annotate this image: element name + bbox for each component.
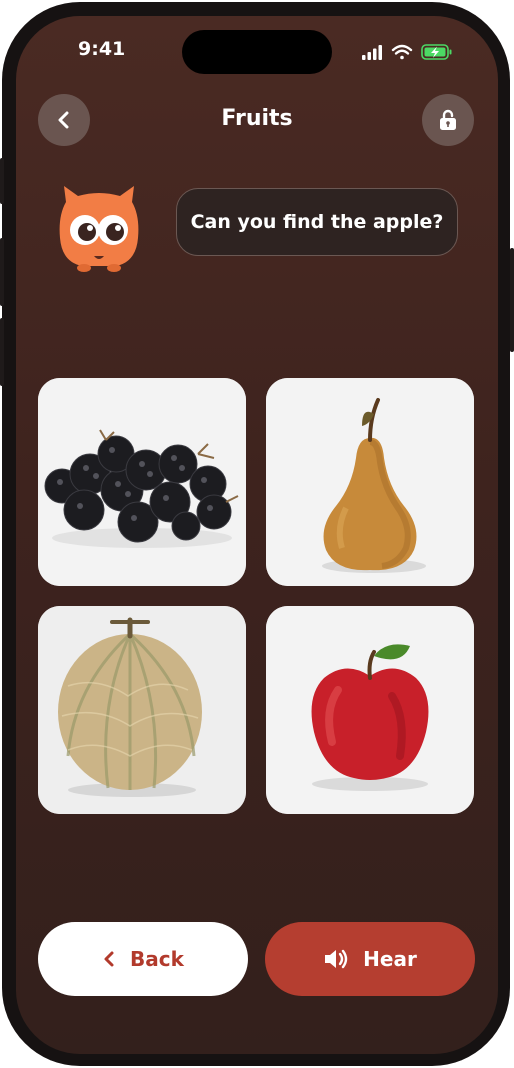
pear-image bbox=[266, 378, 474, 586]
side-button-power bbox=[510, 248, 514, 352]
unlock-icon bbox=[440, 109, 456, 130]
app-screen: 9:41 Fruits Can you find the apple? Back… bbox=[16, 16, 498, 1054]
side-button-volume-down bbox=[0, 318, 4, 386]
back-button[interactable]: Back bbox=[38, 922, 248, 996]
blackberries-image bbox=[38, 378, 246, 586]
side-button-volume-up bbox=[0, 238, 4, 306]
cantaloupe-image bbox=[38, 606, 246, 814]
choice-card-blackberries[interactable] bbox=[38, 378, 246, 586]
prompt-bubble: Can you find the apple? bbox=[176, 188, 458, 256]
choice-card-cantaloupe[interactable] bbox=[38, 606, 246, 814]
chevron-left-icon bbox=[102, 950, 116, 968]
owl-mascot bbox=[59, 186, 139, 272]
cellular-signal-icon bbox=[362, 45, 382, 60]
hear-button[interactable]: Hear bbox=[265, 922, 475, 996]
hear-button-label: Hear bbox=[363, 947, 417, 971]
back-button-label: Back bbox=[130, 947, 184, 971]
status-time: 9:41 bbox=[78, 38, 126, 60]
side-button-mute bbox=[0, 158, 4, 204]
parent-lock-button[interactable] bbox=[422, 94, 474, 146]
wifi-icon bbox=[391, 44, 413, 60]
apple-image bbox=[266, 606, 474, 814]
status-icons bbox=[362, 44, 452, 60]
battery-charging-icon bbox=[421, 44, 452, 60]
speaker-icon bbox=[323, 948, 349, 970]
choice-card-pear[interactable] bbox=[266, 378, 474, 586]
dynamic-island bbox=[182, 30, 332, 74]
choice-card-apple[interactable] bbox=[266, 606, 474, 814]
